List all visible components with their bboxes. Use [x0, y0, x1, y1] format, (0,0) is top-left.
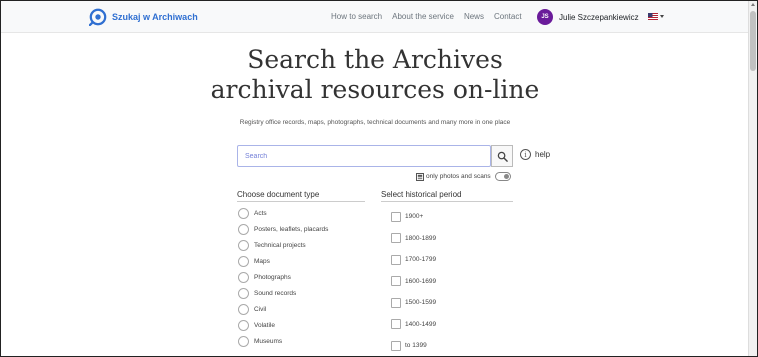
historical-period-list: 1900+ 1800-1899 1700-1799 1600-1699 1500… — [391, 206, 436, 357]
radio-button[interactable] — [238, 287, 249, 299]
user-menu[interactable]: JS Julie Szczepankiewicz — [537, 9, 639, 25]
document-type-label: Civil — [254, 305, 267, 313]
document-type-label: Sound records — [254, 289, 297, 297]
document-type-label: Maps — [254, 257, 270, 265]
document-type-label: Volatile — [254, 321, 275, 329]
radio-button[interactable] — [238, 303, 249, 315]
radio-button[interactable] — [238, 335, 249, 347]
radio-button[interactable] — [238, 255, 249, 267]
scroll-up-arrow-icon[interactable] — [751, 3, 755, 6]
historical-period-header: Select historical period — [381, 190, 513, 202]
period-option[interactable]: to 1399 — [391, 335, 436, 357]
document-type-option[interactable]: Acts — [238, 205, 328, 221]
document-type-list: Acts Posters, leaflets, placards Technic… — [238, 205, 328, 349]
document-type-label: Acts — [254, 209, 267, 217]
nav-link-about[interactable]: About the service — [392, 12, 454, 21]
document-type-option[interactable]: Posters, leaflets, placards — [238, 221, 328, 237]
period-label: 1500-1599 — [405, 299, 437, 307]
checkbox[interactable] — [391, 340, 401, 351]
document-type-label: Photographs — [254, 273, 291, 281]
page-title-line2: archival resources on-line — [210, 75, 540, 104]
help-link[interactable]: i help — [520, 149, 550, 160]
brand-link[interactable]: Szukaj w Archiwach — [89, 8, 198, 26]
only-photos-label: only photos and scans — [426, 173, 491, 180]
page-title-line1: Search the Archives — [247, 45, 503, 74]
document-type-option[interactable]: Maps — [238, 253, 328, 269]
search-input[interactable] — [237, 145, 491, 167]
checkbox[interactable] — [391, 254, 401, 265]
photo-icon — [416, 172, 424, 181]
chevron-down-icon — [660, 15, 664, 18]
brand-logo-icon — [89, 8, 107, 26]
search-button[interactable] — [491, 145, 513, 167]
vertical-scrollbar[interactable] — [748, 1, 757, 356]
period-label: 1900+ — [405, 213, 424, 221]
period-option[interactable]: 1900+ — [391, 206, 436, 228]
help-label[interactable]: help — [535, 150, 550, 159]
radio-button[interactable] — [238, 223, 249, 235]
radio-button[interactable] — [238, 239, 249, 251]
period-label: 1400-1499 — [405, 320, 437, 328]
info-icon: i — [520, 149, 531, 160]
period-option[interactable]: 1700-1799 — [391, 249, 436, 271]
period-option[interactable]: 1400-1499 — [391, 314, 436, 336]
brand-name: Szukaj w Archiwach — [112, 12, 198, 22]
checkbox[interactable] — [391, 297, 401, 308]
nav-link-how-to-search[interactable]: How to search — [331, 12, 382, 21]
period-label: 1600-1699 — [405, 277, 437, 285]
period-label: 1700-1799 — [405, 256, 437, 264]
language-selector[interactable] — [648, 13, 664, 20]
page-subtitle: Registry office records, maps, photograp… — [239, 119, 511, 126]
radio-button[interactable] — [238, 271, 249, 283]
checkbox[interactable] — [391, 276, 401, 287]
avatar[interactable]: JS — [537, 9, 553, 25]
period-label: 1800-1899 — [405, 234, 437, 242]
page-title: Search the Archives archival resources o… — [1, 45, 749, 105]
radio-button[interactable] — [238, 319, 249, 331]
document-type-option[interactable]: Technical projects — [238, 237, 328, 253]
document-type-option[interactable]: Museums — [238, 333, 328, 349]
radio-button[interactable] — [238, 207, 249, 219]
period-option[interactable]: 1800-1899 — [391, 228, 436, 250]
only-photos-toggle-row: only photos and scans — [416, 172, 511, 181]
document-type-label: Museums — [254, 337, 283, 345]
us-flag-icon — [648, 13, 658, 20]
period-option[interactable]: 1600-1699 — [391, 271, 436, 293]
document-type-label: Posters, leaflets, placards — [254, 225, 329, 233]
document-type-option[interactable]: Volatile — [238, 317, 328, 333]
document-type-label: Technical projects — [254, 241, 306, 249]
user-name[interactable]: Julie Szczepankiewicz — [559, 13, 639, 22]
document-type-option[interactable]: Sound records — [238, 285, 328, 301]
checkbox[interactable] — [391, 233, 401, 244]
nav-link-contact[interactable]: Contact — [494, 12, 522, 21]
checkbox[interactable] — [391, 211, 401, 222]
nav-links: How to search About the service News Con… — [331, 12, 532, 21]
scrollbar-thumb[interactable] — [750, 11, 756, 71]
checkbox[interactable] — [391, 319, 401, 330]
document-type-option[interactable]: Civil — [238, 301, 328, 317]
period-label: to 1399 — [405, 342, 427, 350]
document-type-header: Choose document type — [237, 190, 365, 202]
nav-link-news[interactable]: News — [464, 12, 484, 21]
top-navbar: Szukaj w Archiwach How to search About t… — [1, 1, 749, 33]
period-option[interactable]: 1500-1599 — [391, 292, 436, 314]
only-photos-switch[interactable] — [494, 172, 511, 181]
document-type-option[interactable]: Photographs — [238, 269, 328, 285]
search-icon — [497, 151, 508, 162]
